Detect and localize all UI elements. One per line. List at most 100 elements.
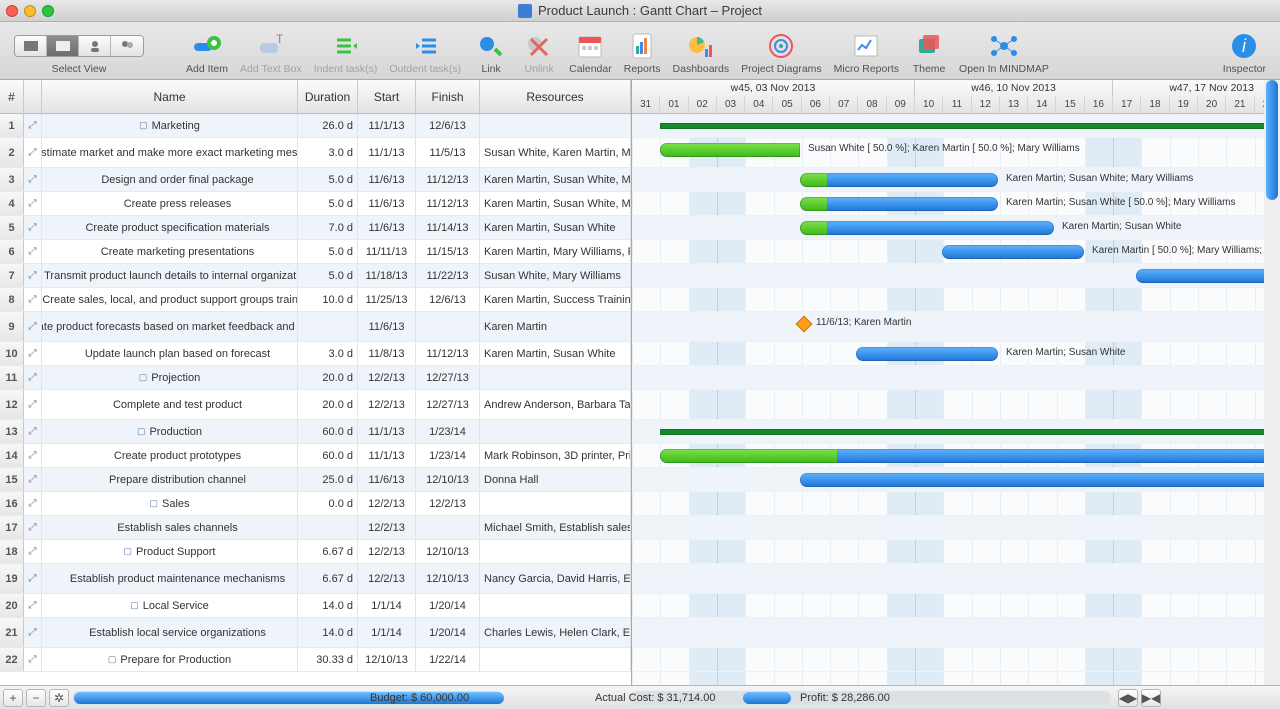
gantt-row[interactable] xyxy=(632,468,1280,492)
add-text-box-button[interactable]: TAdd Text Box xyxy=(240,31,302,75)
table-row[interactable]: 16⤢▢Sales0.0 d12/2/1312/2/13 xyxy=(0,492,631,516)
gantt-row[interactable]: Karen Martin [ 50.0 %]; Mary Williams; P… xyxy=(632,240,1280,264)
task-bar[interactable] xyxy=(800,197,998,211)
day-label: 03 xyxy=(717,96,745,114)
zoom-in-button[interactable]: ▶◀ xyxy=(1141,689,1161,707)
task-bar[interactable] xyxy=(856,347,998,361)
add-row-button[interactable]: + xyxy=(3,689,23,707)
unlink-button[interactable]: Unlink xyxy=(521,31,557,75)
gantt-row[interactable]: Karen Martin; Susan White; Mary Williams xyxy=(632,168,1280,192)
actual-cost-label: Actual Cost: $ 31,714.00 xyxy=(595,692,715,704)
gantt-row[interactable] xyxy=(632,564,1280,594)
gantt-row[interactable] xyxy=(632,618,1280,648)
task-bar[interactable] xyxy=(800,173,998,187)
table-row[interactable]: 22⤢▢Prepare for Production30.33 d12/10/1… xyxy=(0,648,631,672)
table-row[interactable]: 13⤢▢Production60.0 d11/1/131/23/14 xyxy=(0,420,631,444)
gantt-chart[interactable]: w45, 03 Nov 2013w46, 10 Nov 2013w47, 17 … xyxy=(632,80,1280,685)
settings-button[interactable]: ✲ xyxy=(49,689,69,707)
table-row[interactable]: 21⤢Establish local service organizations… xyxy=(0,618,631,648)
table-row[interactable]: 18⤢▢Product Support6.67 d12/2/1312/10/13 xyxy=(0,540,631,564)
micro-reports-button[interactable]: Micro Reports xyxy=(834,31,899,75)
view-resource-icon[interactable] xyxy=(79,36,111,56)
add-item-button[interactable]: Add Item xyxy=(186,31,228,75)
zoom-out-button[interactable]: ◀▶ xyxy=(1118,689,1138,707)
vertical-scrollbar[interactable] xyxy=(1264,80,1280,685)
gantt-body[interactable]: Susan White [ 50.0 %]; Karen Martin [ 50… xyxy=(632,114,1280,685)
col-duration[interactable]: Duration xyxy=(298,80,358,113)
indent-button[interactable]: Indent task(s) xyxy=(314,31,378,75)
table-row[interactable]: 4⤢Create press releases5.0 d11/6/1311/12… xyxy=(0,192,631,216)
theme-button[interactable]: Theme xyxy=(911,31,947,75)
open-mindmap-button[interactable]: Open In MINDMAP xyxy=(959,31,1049,75)
gantt-row[interactable] xyxy=(632,114,1280,138)
gantt-row[interactable] xyxy=(632,648,1280,672)
gantt-row[interactable] xyxy=(632,288,1280,312)
table-row[interactable]: 8⤢Create sales, local, and product suppo… xyxy=(0,288,631,312)
gantt-row[interactable] xyxy=(632,390,1280,420)
link-button[interactable]: Link xyxy=(473,31,509,75)
table-row[interactable]: 2⤢Estimate market and make more exact ma… xyxy=(0,138,631,168)
table-row[interactable]: 10⤢Update launch plan based on forecast3… xyxy=(0,342,631,366)
table-row[interactable]: 14⤢Create product prototypes60.0 d11/1/1… xyxy=(0,444,631,468)
grid-body[interactable]: 1⤢▢Marketing26.0 d11/1/1312/6/132⤢Estima… xyxy=(0,114,631,685)
gantt-row[interactable] xyxy=(632,444,1280,468)
gantt-row[interactable] xyxy=(632,264,1280,288)
task-bar[interactable] xyxy=(942,245,1084,259)
gantt-row[interactable] xyxy=(632,420,1280,444)
summary-bar[interactable] xyxy=(660,123,1280,129)
inspector-button[interactable]: iInspector xyxy=(1223,31,1266,75)
gantt-row[interactable]: Susan White [ 50.0 %]; Karen Martin [ 50… xyxy=(632,138,1280,168)
day-label: 18 xyxy=(1141,96,1169,114)
gantt-row[interactable] xyxy=(632,540,1280,564)
reports-button[interactable]: Reports xyxy=(624,31,661,75)
select-view-label: Select View xyxy=(52,63,107,75)
view-gantt-icon[interactable] xyxy=(47,36,79,56)
table-row[interactable]: 7⤢Transmit product launch details to int… xyxy=(0,264,631,288)
col-number[interactable]: # xyxy=(0,80,24,113)
gantt-row[interactable] xyxy=(632,492,1280,516)
progress-bar xyxy=(800,173,828,187)
day-label: 15 xyxy=(1056,96,1084,114)
gantt-row[interactable] xyxy=(632,516,1280,540)
task-bar[interactable] xyxy=(800,473,1280,487)
col-start[interactable]: Start xyxy=(358,80,416,113)
gantt-row[interactable]: Karen Martin; Susan White [ 50.0 %]; Mar… xyxy=(632,192,1280,216)
table-row[interactable]: 15⤢Prepare distribution channel25.0 d11/… xyxy=(0,468,631,492)
view-list-icon[interactable] xyxy=(15,36,47,56)
table-row[interactable]: 12⤢Complete and test product20.0 d12/2/1… xyxy=(0,390,631,420)
table-row[interactable]: 17⤢Establish sales channels12/2/13Michae… xyxy=(0,516,631,540)
col-finish[interactable]: Finish xyxy=(416,80,480,113)
zoom-window-button[interactable] xyxy=(42,5,54,17)
gantt-row[interactable]: Karen Martin; Susan White xyxy=(632,216,1280,240)
gantt-row[interactable] xyxy=(632,594,1280,618)
view-team-icon[interactable] xyxy=(111,36,143,56)
gantt-row[interactable]: Karen Martin; Susan White xyxy=(632,342,1280,366)
table-row[interactable]: 5⤢Create product specification materials… xyxy=(0,216,631,240)
col-name[interactable]: Name xyxy=(42,80,298,113)
grid-header: # Name Duration Start Finish Resources xyxy=(0,80,631,114)
table-row[interactable]: 9⤢Update product forecasts based on mark… xyxy=(0,312,631,342)
view-segmented-control[interactable] xyxy=(14,35,144,57)
table-row[interactable]: 20⤢▢Local Service14.0 d1/1/141/20/14 xyxy=(0,594,631,618)
table-row[interactable]: 3⤢Design and order final package5.0 d11/… xyxy=(0,168,631,192)
project-diagrams-button[interactable]: Project Diagrams xyxy=(741,31,822,75)
table-row[interactable]: 19⤢Establish product maintenance mechani… xyxy=(0,564,631,594)
col-resources[interactable]: Resources xyxy=(480,80,631,113)
outdent-button[interactable]: Outdent task(s) xyxy=(389,31,461,75)
titlebar: Product Launch : Gantt Chart – Project xyxy=(0,0,1280,22)
task-bar[interactable] xyxy=(800,221,1054,235)
calendar-button[interactable]: Calendar xyxy=(569,31,612,75)
summary-bar[interactable] xyxy=(660,429,1280,435)
table-row[interactable]: 6⤢Create marketing presentations5.0 d11/… xyxy=(0,240,631,264)
table-row[interactable]: 1⤢▢Marketing26.0 d11/1/1312/6/13 xyxy=(0,114,631,138)
dashboards-button[interactable]: Dashboards xyxy=(673,31,730,75)
day-label: 11 xyxy=(943,96,971,114)
minimize-window-button[interactable] xyxy=(24,5,36,17)
table-row[interactable]: 11⤢▢Projection20.0 d12/2/1312/27/13 xyxy=(0,366,631,390)
milestone-marker[interactable] xyxy=(796,316,813,333)
gantt-row[interactable] xyxy=(632,366,1280,390)
remove-row-button[interactable]: − xyxy=(26,689,46,707)
gantt-row[interactable]: 11/6/13; Karen Martin xyxy=(632,312,1280,342)
task-bar[interactable] xyxy=(1136,269,1276,283)
close-window-button[interactable] xyxy=(6,5,18,17)
